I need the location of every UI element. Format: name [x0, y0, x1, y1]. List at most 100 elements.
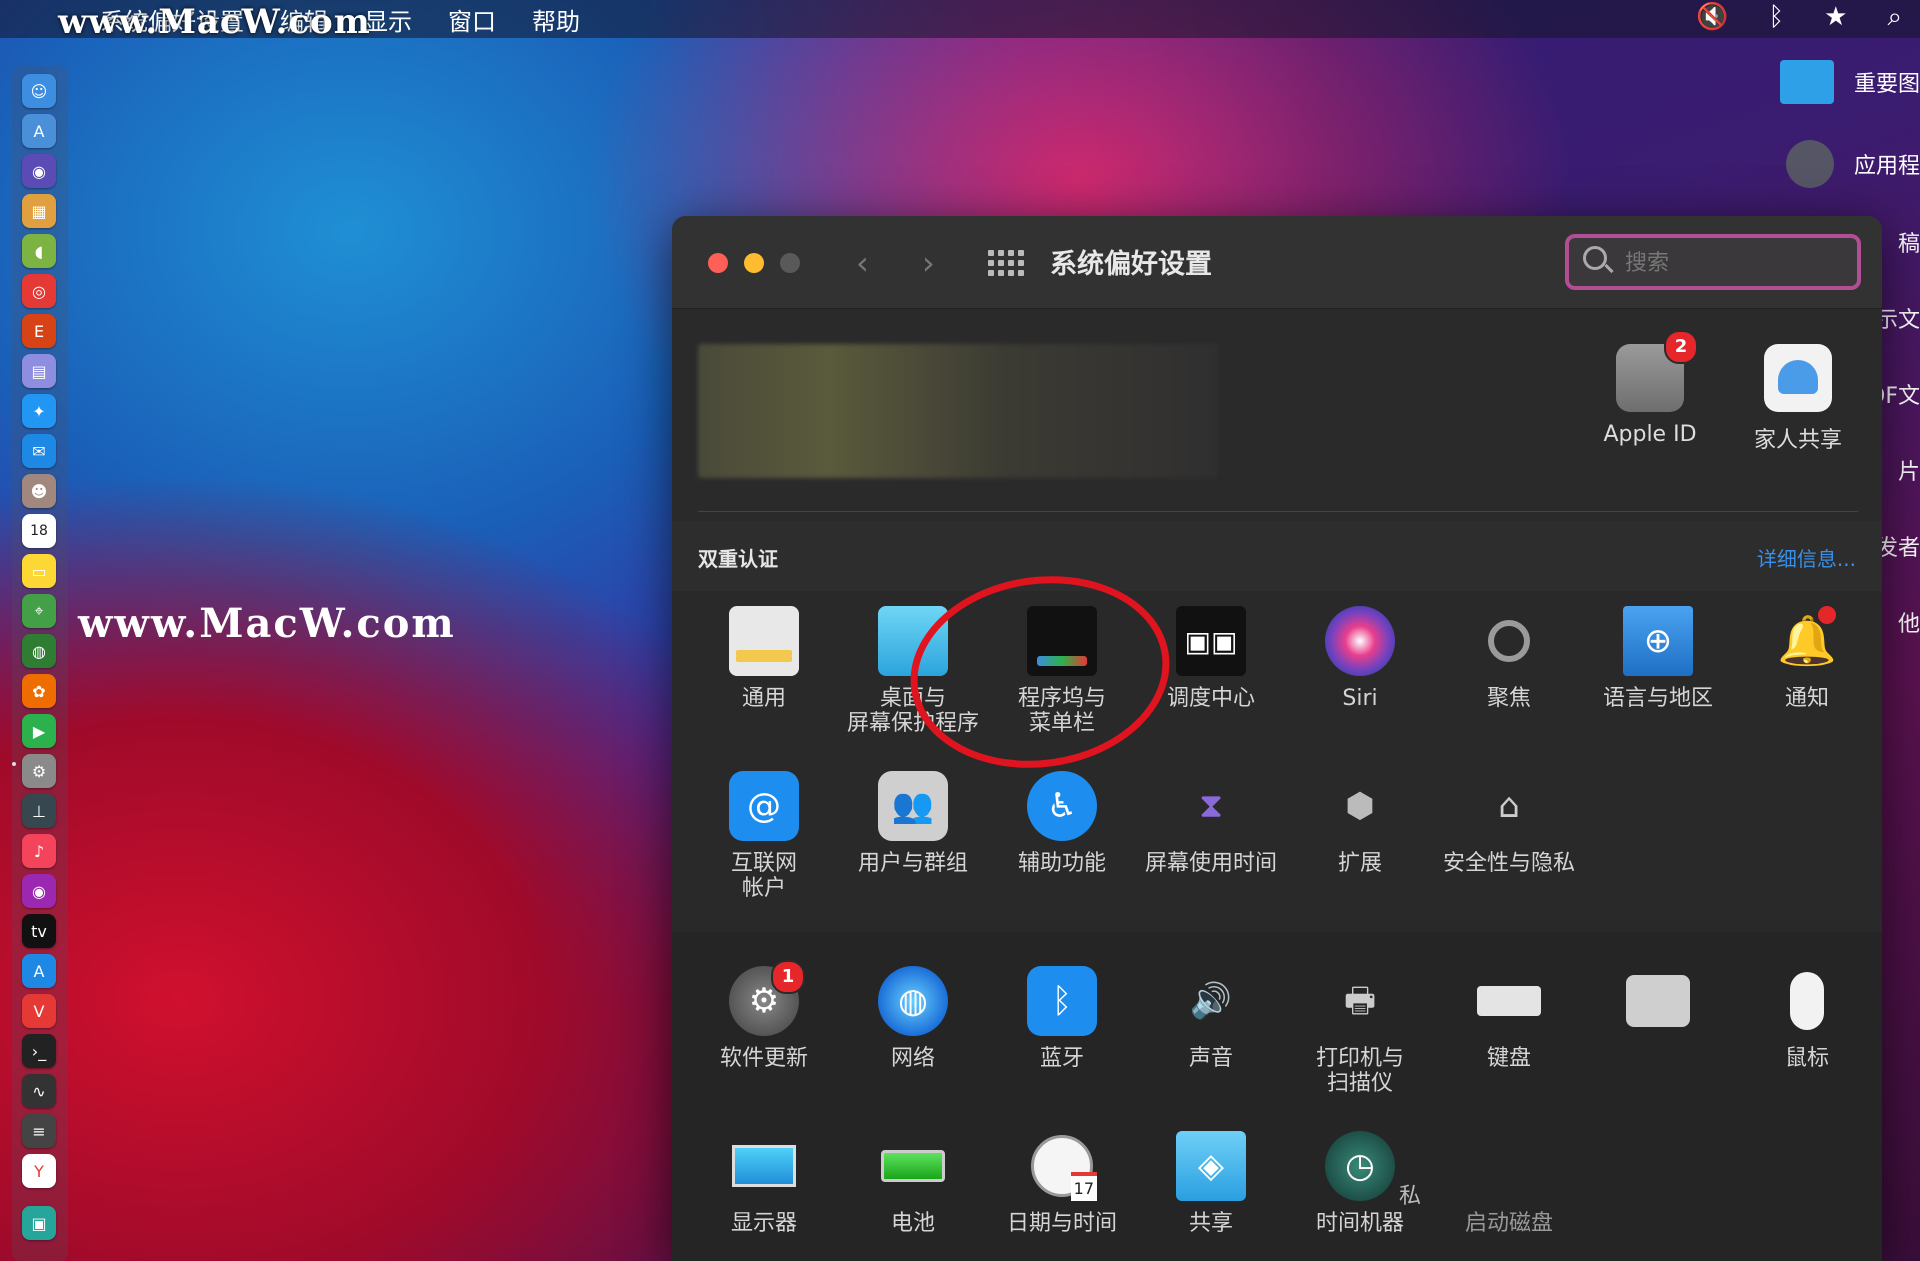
user-profile[interactable] — [698, 344, 1218, 478]
app-store-2-icon[interactable]: A — [22, 954, 56, 988]
dock: ☺ A ◉ ▦ ◖ ◎ E ▤ ✦ ✉ ☻ 18 ▭ ⌖ ◍ ✿ ▶ ⚙ ⊥ ♪… — [12, 66, 68, 1261]
date-badge: 17 — [1070, 1172, 1097, 1201]
family-sharing-item[interactable]: 家人共享 — [1728, 344, 1868, 454]
star-icon[interactable]: ★ — [1824, 2, 1847, 33]
music-icon[interactable]: ♪ — [22, 834, 56, 868]
zoom-button[interactable] — [780, 253, 800, 273]
pages-icon[interactable]: E — [22, 314, 56, 348]
app-store-icon[interactable]: A — [22, 114, 56, 148]
search-input[interactable] — [1623, 246, 1847, 280]
language-region-icon: ⊕ — [1623, 606, 1693, 676]
pane-language-region[interactable]: ⊕ 语言与地区 — [1584, 606, 1732, 711]
pane-date-time[interactable]: 17 日期与时间 — [988, 1131, 1136, 1236]
notes-app-icon[interactable]: ▤ — [22, 354, 56, 388]
apple-id-item[interactable]: 2 Apple ID — [1580, 330, 1720, 447]
terminal-icon[interactable]: ›_ — [22, 1034, 56, 1068]
search-icon[interactable]: ⌕ — [1887, 2, 1902, 33]
chrome-icon[interactable]: ◎ — [22, 274, 56, 308]
launchpad-icon[interactable]: ▦ — [22, 194, 56, 228]
safari-icon[interactable]: ✦ — [22, 394, 56, 428]
maps-icon[interactable]: ⌖ — [22, 594, 56, 628]
notes-icon[interactable]: ▭ — [22, 554, 56, 588]
software-update-icon: ⚙ 1 — [729, 960, 805, 1036]
trackpad-icon — [1623, 966, 1693, 1036]
messages-icon[interactable]: ◍ — [22, 634, 56, 668]
podcasts-icon[interactable]: ◉ — [22, 874, 56, 908]
bluetooth-icon[interactable]: ᛒ — [1769, 2, 1785, 33]
pane-battery[interactable]: 电池 — [839, 1131, 987, 1236]
pane-security-privacy[interactable]: ⌂ 安全性与隐私 — [1435, 771, 1583, 877]
pane-network[interactable]: ◍ 网络 — [839, 966, 987, 1071]
keynote-icon[interactable]: ⊥ — [22, 794, 56, 828]
pane-mouse[interactable]: 鼠标 — [1733, 966, 1881, 1071]
desktop-label-1[interactable]: 稿 — [1898, 226, 1920, 258]
two-factor-details-link[interactable]: 详细信息... — [1757, 543, 1856, 572]
pane-general[interactable]: 通用 — [690, 606, 838, 711]
two-factor-title: 双重认证 — [698, 547, 778, 571]
pane-bluetooth[interactable]: ᛒ 蓝牙 — [988, 966, 1136, 1071]
desktop-folder-important[interactable]: 重要图 — [1779, 60, 1920, 104]
pane-accessibility[interactable]: ♿ 辅助功能 — [988, 771, 1136, 876]
sharing-icon: ◈ — [1176, 1131, 1246, 1201]
desktop-app-item[interactable]: 应用程 — [1785, 140, 1920, 188]
pane-printers-scanners[interactable]: 🖶 打印机与 扫描仪 — [1286, 966, 1434, 1097]
pane-screen-time[interactable]: ⧗ 屏幕使用时间 — [1137, 771, 1285, 877]
forward-button[interactable]: › — [922, 244, 935, 282]
mail-icon[interactable]: ✉ — [22, 434, 56, 468]
accessibility-icon: ♿ — [1027, 771, 1097, 841]
back-button[interactable]: ‹ — [856, 244, 869, 282]
minimize-button[interactable] — [744, 253, 764, 273]
preview-icon[interactable]: ▣ — [22, 1206, 56, 1240]
siri-dock-icon[interactable]: ◉ — [22, 154, 56, 188]
android-icon[interactable]: ◖ — [22, 234, 56, 268]
sound-icon: 🔊 — [1189, 980, 1233, 1021]
notifications-icon: 🔔 — [1772, 606, 1842, 676]
two-factor-banner: 双重认证 详细信息... — [672, 521, 1882, 591]
photos-icon[interactable]: ✿ — [22, 674, 56, 708]
watermark-middle: www.MacW.com — [78, 600, 456, 647]
desktop-label-6[interactable]: 他 — [1898, 606, 1920, 638]
mute-icon[interactable]: 🔇 — [1696, 2, 1728, 33]
search-icon — [1583, 246, 1607, 270]
menu-help[interactable]: 帮助 — [532, 2, 580, 37]
users-groups-icon: 👥 — [878, 771, 948, 841]
pane-trackpad[interactable] — [1584, 966, 1732, 1046]
pane-siri[interactable]: Siri — [1286, 606, 1434, 711]
pane-internet-accounts[interactable]: @ 互联网 帐户 — [690, 771, 838, 901]
close-button[interactable] — [708, 253, 728, 273]
system-preferences-dock-icon[interactable]: ⚙ — [22, 754, 56, 788]
pane-spotlight[interactable]: 聚焦 — [1435, 606, 1583, 711]
show-all-grid-icon[interactable] — [988, 250, 1024, 276]
yandex-icon[interactable]: Y — [22, 1154, 56, 1188]
mission-control-icon: ▣▣ — [1176, 606, 1246, 676]
pane-software-update[interactable]: ⚙ 1 软件更新 — [690, 960, 838, 1071]
internet-accounts-icon: @ — [729, 771, 799, 841]
desktop-label-2[interactable]: 示文 — [1876, 302, 1920, 334]
menu-window[interactable]: 窗口 — [448, 2, 496, 37]
title-bar: ‹ › 系统偏好设置 — [672, 216, 1882, 309]
desktop-label-5[interactable]: 发者 — [1876, 530, 1920, 562]
vivaldi-icon[interactable]: V — [22, 994, 56, 1028]
pane-extensions[interactable]: ⬢ 扩展 — [1286, 771, 1434, 877]
search-field[interactable] — [1565, 234, 1861, 290]
tv-icon[interactable]: tv — [22, 914, 56, 948]
desktop-label-4[interactable]: 片 — [1898, 454, 1920, 486]
facetime-icon[interactable]: ▶ — [22, 714, 56, 748]
general-icon — [729, 606, 799, 676]
pane-sharing[interactable]: ◈ 共享 — [1137, 1131, 1285, 1236]
pane-startup-disk[interactable]: 启动磁盘 — [1435, 1131, 1583, 1236]
pane-users-groups[interactable]: 👥 用户与群组 — [839, 771, 987, 876]
system-preferences-window: ‹ › 系统偏好设置 2 Apple ID 家人共享 双重认证 详细信息... — [672, 216, 1882, 1261]
menu-view[interactable]: 显示 — [364, 2, 412, 37]
calendar-icon[interactable]: 18 — [22, 514, 56, 548]
keyboard-icon — [1474, 966, 1544, 1036]
pane-notifications[interactable]: 🔔 通知 — [1733, 606, 1881, 711]
pane-sound[interactable]: 🔊 声音 — [1137, 966, 1285, 1072]
activity-monitor-icon[interactable]: ∿ — [22, 1074, 56, 1108]
watermark-top: www.MacW.com — [58, 2, 371, 42]
contacts-icon[interactable]: ☻ — [22, 474, 56, 508]
pane-displays[interactable]: 显示器 — [690, 1131, 838, 1236]
pane-keyboard[interactable]: 键盘 — [1435, 966, 1583, 1071]
console-icon[interactable]: ≡ — [22, 1114, 56, 1148]
finder-icon[interactable]: ☺ — [22, 74, 56, 108]
